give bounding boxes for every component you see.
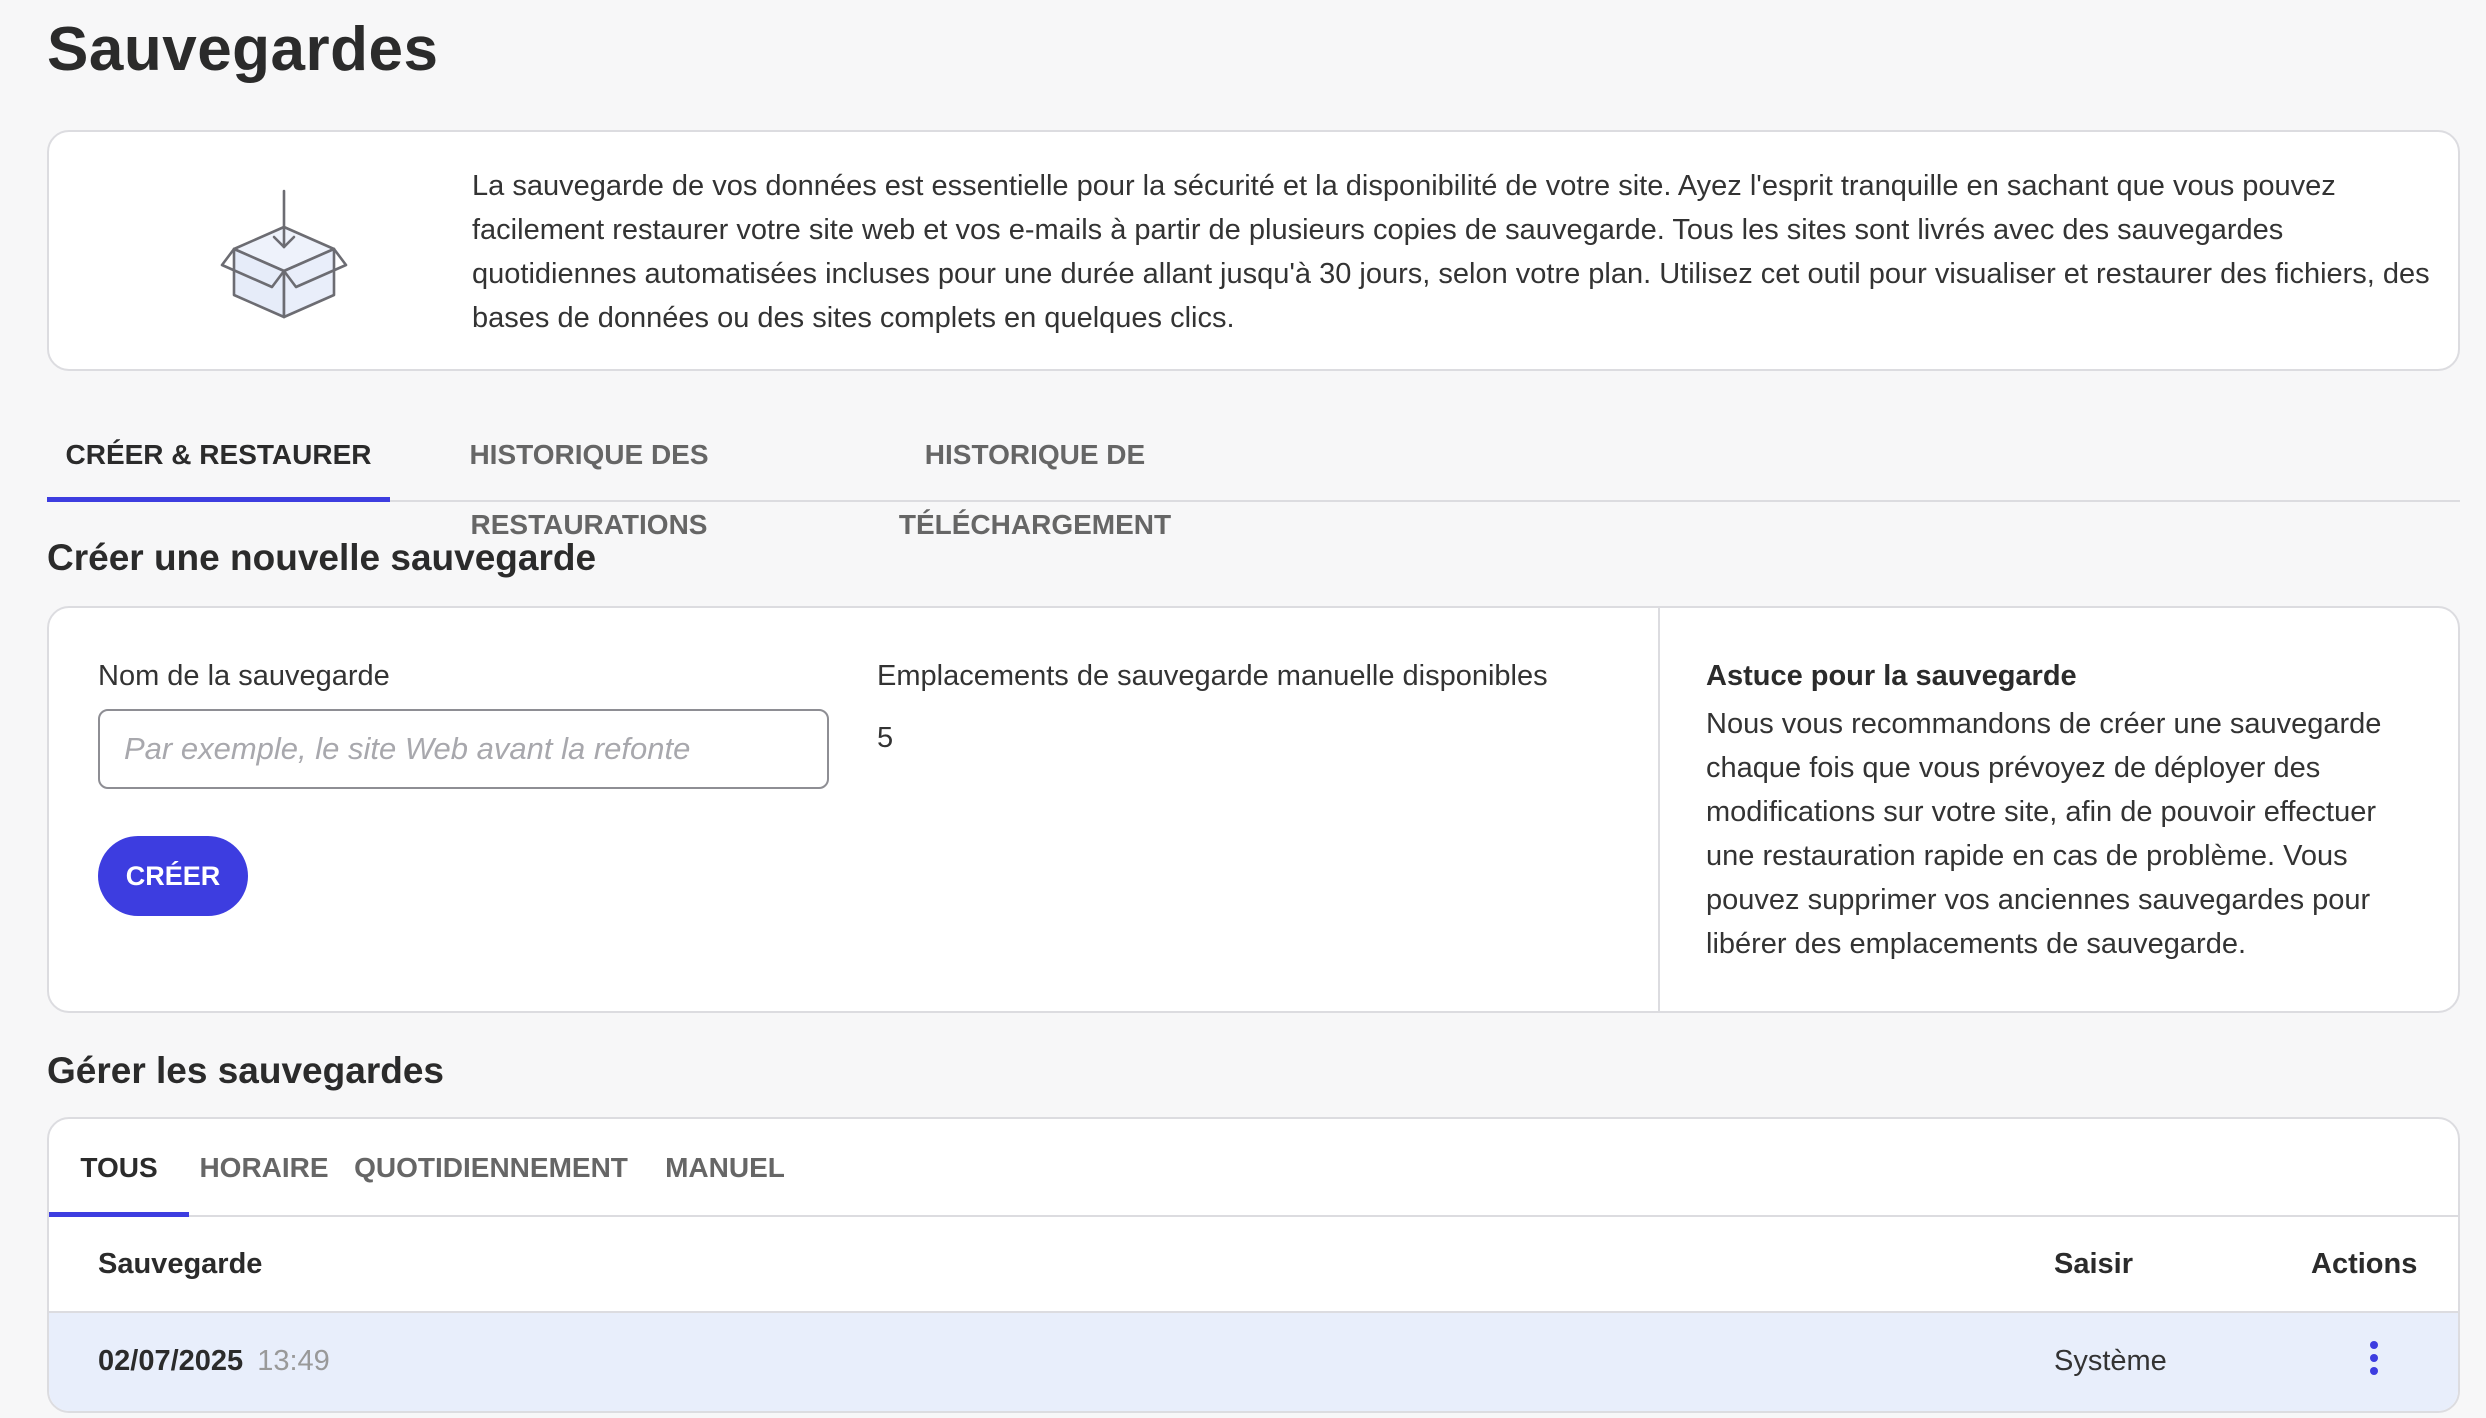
- main-tabs: CRÉER & RESTAURER HISTORIQUE DES RESTAUR…: [47, 420, 2460, 540]
- table-header: Sauvegarde Saisir Actions: [49, 1217, 2458, 1313]
- tab-download-history[interactable]: HISTORIQUE DE TÉLÉCHARGEMENT: [788, 420, 1282, 540]
- tab-daily[interactable]: QUOTIDIENNEMENT: [339, 1119, 643, 1217]
- manual-slots-label: Emplacements de sauvegarde manuelle disp…: [877, 660, 1548, 692]
- backup-type: Système: [2054, 1345, 2167, 1377]
- tip-title: Astuce pour la sauvegarde: [1706, 660, 2077, 692]
- page-title: Sauvegardes: [47, 15, 439, 84]
- tab-all[interactable]: TOUS: [49, 1119, 189, 1217]
- tab-manual[interactable]: MANUEL: [643, 1119, 807, 1217]
- kebab-menu-icon[interactable]: [2359, 1341, 2389, 1381]
- backups-page: Sauvegardes La sauvegarde de vos données…: [0, 0, 2486, 1418]
- backup-name-input[interactable]: [98, 709, 829, 789]
- create-backup-button[interactable]: CRÉER: [98, 836, 248, 916]
- backup-datetime: 02/07/2025 13:49: [98, 1313, 330, 1409]
- table-row: 02/07/2025 13:49 Système: [49, 1313, 2458, 1411]
- backup-name-label: Nom de la sauvegarde: [98, 660, 390, 692]
- column-type: Saisir: [2054, 1248, 2133, 1280]
- tab-restore-history[interactable]: HISTORIQUE DES RESTAURATIONS: [390, 420, 788, 540]
- manage-backups-card: TOUS HORAIRE QUOTIDIENNEMENT MANUEL Sauv…: [47, 1117, 2460, 1413]
- intro-card: La sauvegarde de vos données est essenti…: [47, 130, 2460, 371]
- backup-time: 13:49: [257, 1345, 330, 1377]
- card-divider: [1658, 608, 1660, 1011]
- tab-hourly[interactable]: HORAIRE: [189, 1119, 339, 1217]
- tip-text: Nous vous recommandons de créer une sauv…: [1706, 708, 2382, 960]
- column-actions: Actions: [2311, 1248, 2418, 1280]
- create-backup-card: Nom de la sauvegarde Emplacements de sau…: [47, 606, 2460, 1013]
- tab-create-restore[interactable]: CRÉER & RESTAURER: [47, 420, 390, 502]
- column-backup: Sauvegarde: [98, 1248, 263, 1280]
- filter-tabs: TOUS HORAIRE QUOTIDIENNEMENT MANUEL: [49, 1119, 2458, 1217]
- intro-text: La sauvegarde de vos données est essenti…: [472, 170, 2430, 334]
- backup-date: 02/07/2025: [98, 1345, 244, 1377]
- manual-slots-value: 5: [877, 722, 894, 754]
- box-download-icon: [214, 187, 354, 327]
- manage-section-title: Gérer les sauvegardes: [47, 1050, 444, 1091]
- create-section-title: Créer une nouvelle sauvegarde: [47, 537, 597, 578]
